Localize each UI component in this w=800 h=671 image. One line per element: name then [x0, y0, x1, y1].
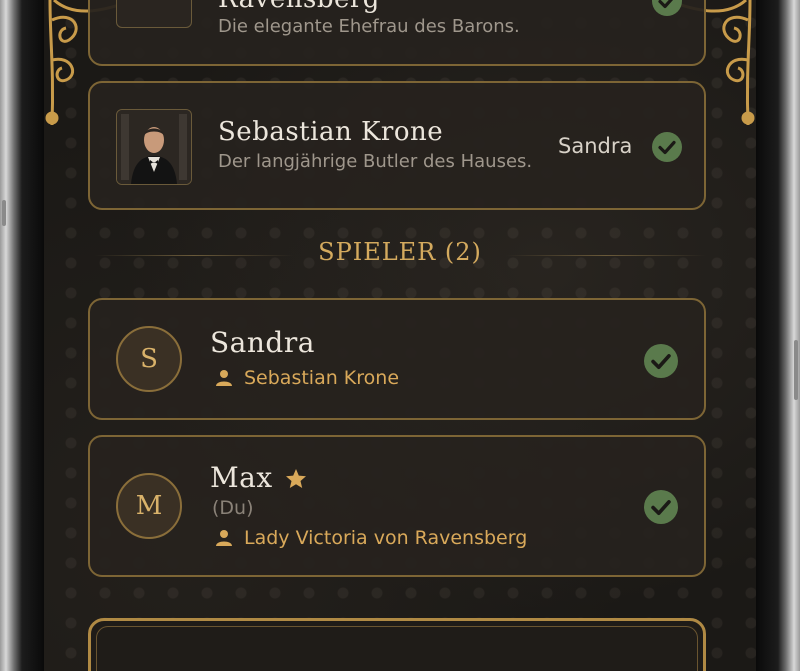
character-description: Die elegante Ehefrau des Barons.	[218, 16, 520, 37]
player-name: Max	[210, 461, 273, 494]
person-icon	[216, 530, 232, 546]
player-you-note: (Du)	[212, 497, 254, 519]
player-name: Sandra	[210, 326, 315, 359]
player-card[interactable]: S Sandra Sebastian Krone	[88, 298, 706, 420]
character-card[interactable]: Sebastian Krone Der langjährige Butler d…	[88, 81, 706, 210]
phone-side-button	[794, 340, 798, 400]
character-owner: Sandra	[558, 134, 633, 158]
player-role: Lady Victoria von Ravensberg	[214, 527, 527, 549]
bottom-action-panel[interactable]	[88, 618, 706, 671]
character-name: Ravensberg	[218, 0, 380, 14]
phone-bezel-right	[756, 0, 800, 671]
check-circle-icon	[644, 490, 678, 524]
player-card[interactable]: M Max (Du) Lady Victoria von Ravensberg	[88, 435, 706, 577]
app-screen: Ravensberg Die elegante Ehefrau des Baro…	[44, 0, 756, 671]
star-icon	[286, 469, 306, 488]
character-description: Der langjährige Butler des Hauses.	[218, 151, 533, 172]
bottom-action-panel-frame	[96, 626, 698, 671]
player-role-label: Lady Victoria von Ravensberg	[244, 527, 528, 549]
phone-side-button	[2, 200, 6, 226]
character-portrait	[116, 109, 192, 185]
player-role-label: Sebastian Krone	[244, 367, 400, 389]
person-icon	[216, 370, 232, 386]
players-section-title: SPIELER (2)	[318, 238, 482, 266]
character-card[interactable]: Ravensberg Die elegante Ehefrau des Baro…	[88, 0, 706, 66]
player-role: Sebastian Krone	[214, 367, 399, 389]
player-avatar: S	[116, 326, 182, 392]
check-circle-icon	[652, 0, 682, 16]
character-name: Sebastian Krone	[218, 117, 444, 147]
character-portrait	[116, 0, 192, 28]
check-circle-icon	[652, 132, 682, 162]
player-avatar: M	[116, 473, 182, 539]
check-circle-icon	[644, 344, 678, 378]
phone-bezel-left	[0, 0, 44, 671]
